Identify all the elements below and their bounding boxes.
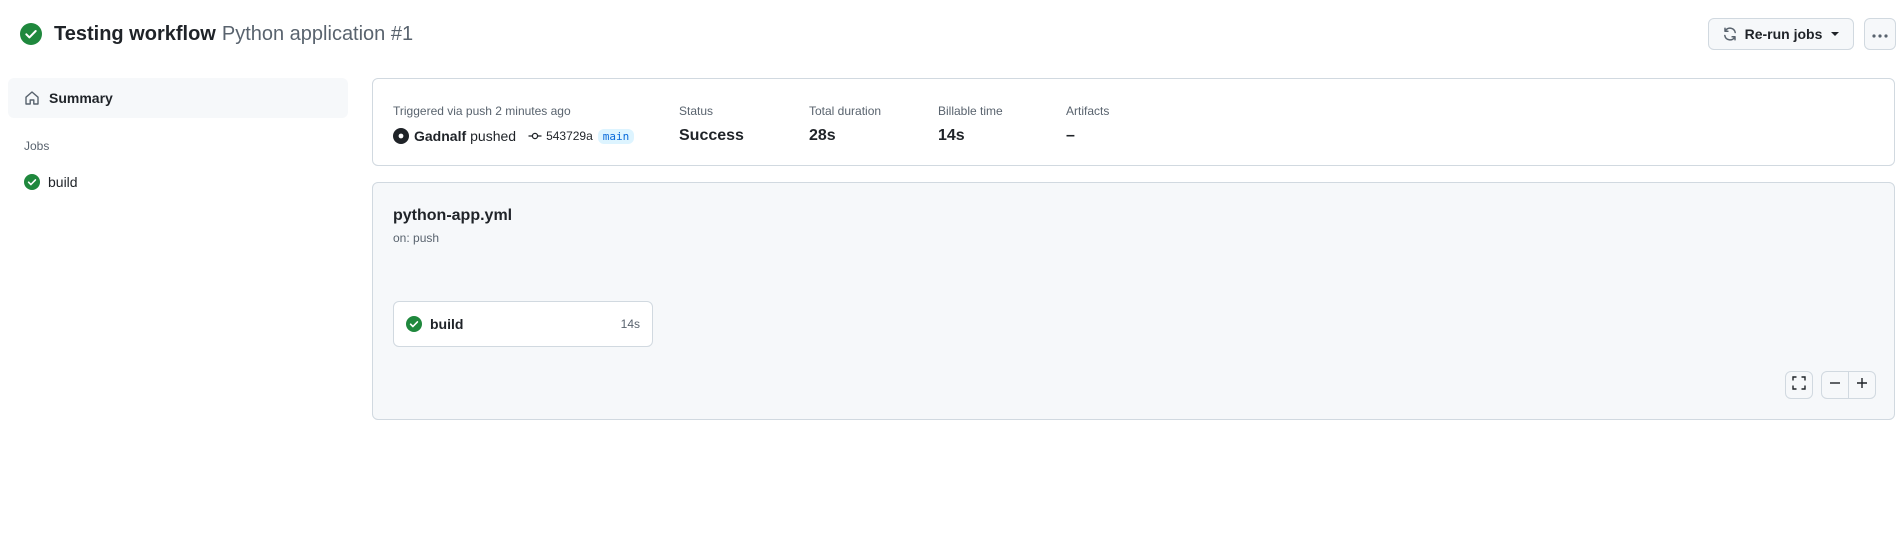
actor-link[interactable]: Gadnalf xyxy=(414,128,466,144)
billable-field: Billable time 14s xyxy=(938,103,1003,145)
check-circle-fill-icon xyxy=(20,23,42,45)
run-summary-card: Triggered via push 2 minutes ago Gadnalf… xyxy=(372,78,1895,166)
duration-value: 28s xyxy=(809,127,836,144)
fullscreen-icon xyxy=(1792,375,1806,395)
rerun-jobs-label: Re-run jobs xyxy=(1744,26,1823,42)
trigger-label: Triggered via push 2 minutes ago xyxy=(393,104,571,118)
sidebar: Summary Jobs build xyxy=(8,78,348,192)
artifacts-field: Artifacts – xyxy=(1066,103,1109,145)
workflow-trigger: on: push xyxy=(393,231,440,245)
artifacts-label: Artifacts xyxy=(1066,104,1110,118)
job-duration: 14s xyxy=(620,317,640,331)
page-title: Testing workflow xyxy=(54,22,216,45)
billable-label: Billable time xyxy=(938,104,1003,118)
sidebar-item-label: Summary xyxy=(49,90,113,106)
status-label: Status xyxy=(679,104,714,118)
trigger-details: Gadnalf pushed 543729a main xyxy=(393,127,635,145)
fullscreen-button[interactable] xyxy=(1785,371,1813,399)
workflow-file-name: python-app.yml xyxy=(393,207,513,224)
triangle-down-icon xyxy=(1830,31,1840,37)
status-field: Status Success xyxy=(679,103,744,145)
kebab-horizontal-icon xyxy=(1872,25,1888,43)
git-commit-icon xyxy=(528,131,542,141)
commit-link[interactable]: 543729a xyxy=(528,129,593,143)
page-header: Testing workflow Python application #1 xyxy=(20,20,1904,48)
job-card-build[interactable]: build 14s xyxy=(393,301,653,347)
zoom-out-button[interactable] xyxy=(1821,371,1849,399)
branch-label[interactable]: main xyxy=(597,128,635,144)
check-circle-fill-icon xyxy=(24,174,40,190)
sidebar-item-summary[interactable]: Summary xyxy=(8,78,348,118)
zoom-in-icon xyxy=(1856,376,1868,394)
trigger-field: Triggered via push 2 minutes ago Gadnalf… xyxy=(393,103,635,145)
sidebar-item-label: build xyxy=(48,174,78,190)
more-options-button[interactable] xyxy=(1864,18,1896,50)
commit-sha: 543729a xyxy=(546,129,593,143)
check-circle-fill-icon xyxy=(406,316,422,332)
job-name: build xyxy=(430,316,464,332)
workflow-graph-panel: python-app.yml on: push build 14s xyxy=(372,182,1895,420)
status-value: Success xyxy=(679,127,744,144)
sidebar-jobs-heading: Jobs xyxy=(24,139,50,153)
artifacts-value: – xyxy=(1066,127,1075,144)
avatar[interactable] xyxy=(393,128,409,144)
sidebar-item-build[interactable]: build xyxy=(8,172,348,192)
page-subtitle: Python application #1 xyxy=(221,22,414,45)
zoom-out-icon xyxy=(1829,376,1841,394)
sync-icon xyxy=(1722,26,1738,42)
duration-label: Total duration xyxy=(809,104,882,118)
rerun-jobs-button[interactable]: Re-run jobs xyxy=(1708,18,1854,50)
zoom-in-button[interactable] xyxy=(1848,371,1876,399)
action-text: pushed xyxy=(470,128,517,144)
duration-field: Total duration 28s xyxy=(809,103,881,145)
billable-value: 14s xyxy=(938,127,965,144)
home-icon xyxy=(24,90,40,106)
